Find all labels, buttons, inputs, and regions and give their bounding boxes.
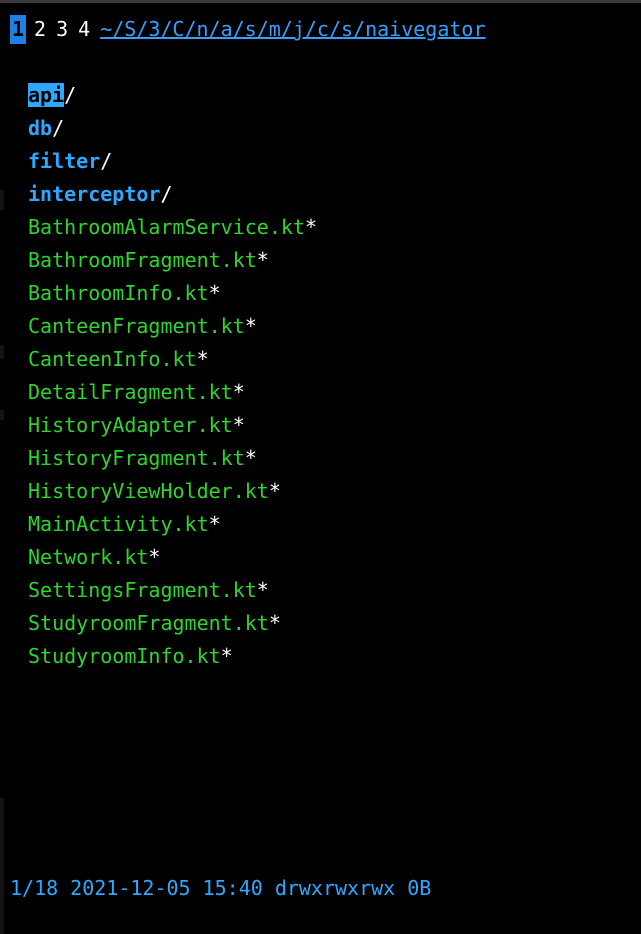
status-date: 2021-12-05 <box>70 876 191 900</box>
file-item[interactable]: HistoryAdapter.kt* <box>28 409 317 442</box>
executable-marker: * <box>256 578 269 602</box>
file-name: Network.kt <box>28 545 149 569</box>
executable-marker: * <box>268 479 281 503</box>
window-edge-fragment <box>0 410 4 420</box>
window-edge-fragment <box>0 798 4 934</box>
directory-suffix: / <box>100 149 113 173</box>
directory-suffix: / <box>52 116 65 140</box>
executable-marker: * <box>208 512 221 536</box>
file-item[interactable]: BathroomFragment.kt* <box>28 244 317 277</box>
file-name: BathroomFragment.kt <box>28 248 257 272</box>
directory-suffix: / <box>64 83 77 107</box>
status-size: 0B <box>407 876 432 900</box>
file-item[interactable]: BathroomInfo.kt* <box>28 277 317 310</box>
file-item[interactable]: SettingsFragment.kt* <box>28 574 317 607</box>
executable-marker: * <box>244 314 257 338</box>
file-item[interactable]: CanteenInfo.kt* <box>28 343 317 376</box>
executable-marker: * <box>304 215 317 239</box>
status-position: 1/18 <box>10 876 59 900</box>
executable-marker: * <box>196 347 209 371</box>
window-top-border <box>0 0 641 3</box>
current-path[interactable]: ~/S/3/C/n/a/s/m/j/c/s/naivegator <box>100 17 485 41</box>
file-name: HistoryFragment.kt <box>28 446 245 470</box>
executable-marker: * <box>256 248 269 272</box>
tab-4[interactable]: 4 <box>76 15 92 44</box>
file-name: MainActivity.kt <box>28 512 209 536</box>
file-item[interactable]: MainActivity.kt* <box>28 508 317 541</box>
directory-item-db[interactable]: db/ <box>28 112 317 145</box>
file-name: BathroomAlarmService.kt <box>28 215 305 239</box>
directory-name: filter <box>28 149 101 173</box>
directory-item-interceptor[interactable]: interceptor/ <box>28 178 317 211</box>
tab-bar: 1 2 3 4 ~/S/3/C/n/a/s/m/j/c/s/naivegator <box>10 15 486 44</box>
status-time: 15:40 <box>202 876 263 900</box>
file-item[interactable]: StudyroomInfo.kt* <box>28 640 317 673</box>
file-name: CanteenFragment.kt <box>28 314 245 338</box>
executable-marker: * <box>232 413 245 437</box>
file-name: SettingsFragment.kt <box>28 578 257 602</box>
directory-suffix: / <box>160 182 173 206</box>
file-item[interactable]: StudyroomFragment.kt* <box>28 607 317 640</box>
executable-marker: * <box>220 644 233 668</box>
executable-marker: * <box>148 545 161 569</box>
status-bar: 1/18 2021-12-05 15:40 drwxrwxrwx 0B <box>10 873 443 903</box>
executable-marker: * <box>232 380 245 404</box>
window-edge-fragment <box>0 345 4 359</box>
executable-marker: * <box>208 281 221 305</box>
status-permissions: drwxrwxrwx <box>274 876 396 900</box>
tab-2[interactable]: 2 <box>32 15 48 44</box>
directory-name: api <box>28 83 65 107</box>
executable-marker: * <box>244 446 257 470</box>
file-item[interactable]: HistoryFragment.kt* <box>28 442 317 475</box>
directory-item-api[interactable]: api/ <box>28 79 317 112</box>
file-name: CanteenInfo.kt <box>28 347 197 371</box>
file-item[interactable]: DetailFragment.kt* <box>28 376 317 409</box>
file-name: DetailFragment.kt <box>28 380 233 404</box>
file-item[interactable]: CanteenFragment.kt* <box>28 310 317 343</box>
file-name: StudyroomInfo.kt <box>28 644 221 668</box>
tab-3[interactable]: 3 <box>54 15 70 44</box>
tab-1[interactable]: 1 <box>10 15 27 44</box>
executable-marker: * <box>268 611 281 635</box>
file-item[interactable]: Network.kt* <box>28 541 317 574</box>
directory-name: db <box>28 116 53 140</box>
directory-name: interceptor <box>28 182 161 206</box>
file-list: api/ db/ filter/ interceptor/ BathroomAl… <box>28 79 317 673</box>
file-name: HistoryViewHolder.kt <box>28 479 269 503</box>
file-name: HistoryAdapter.kt <box>28 413 233 437</box>
file-name: BathroomInfo.kt <box>28 281 209 305</box>
file-name: StudyroomFragment.kt <box>28 611 269 635</box>
file-item[interactable]: BathroomAlarmService.kt* <box>28 211 317 244</box>
directory-item-filter[interactable]: filter/ <box>28 145 317 178</box>
file-item[interactable]: HistoryViewHolder.kt* <box>28 475 317 508</box>
window-edge-fragment <box>0 190 4 210</box>
